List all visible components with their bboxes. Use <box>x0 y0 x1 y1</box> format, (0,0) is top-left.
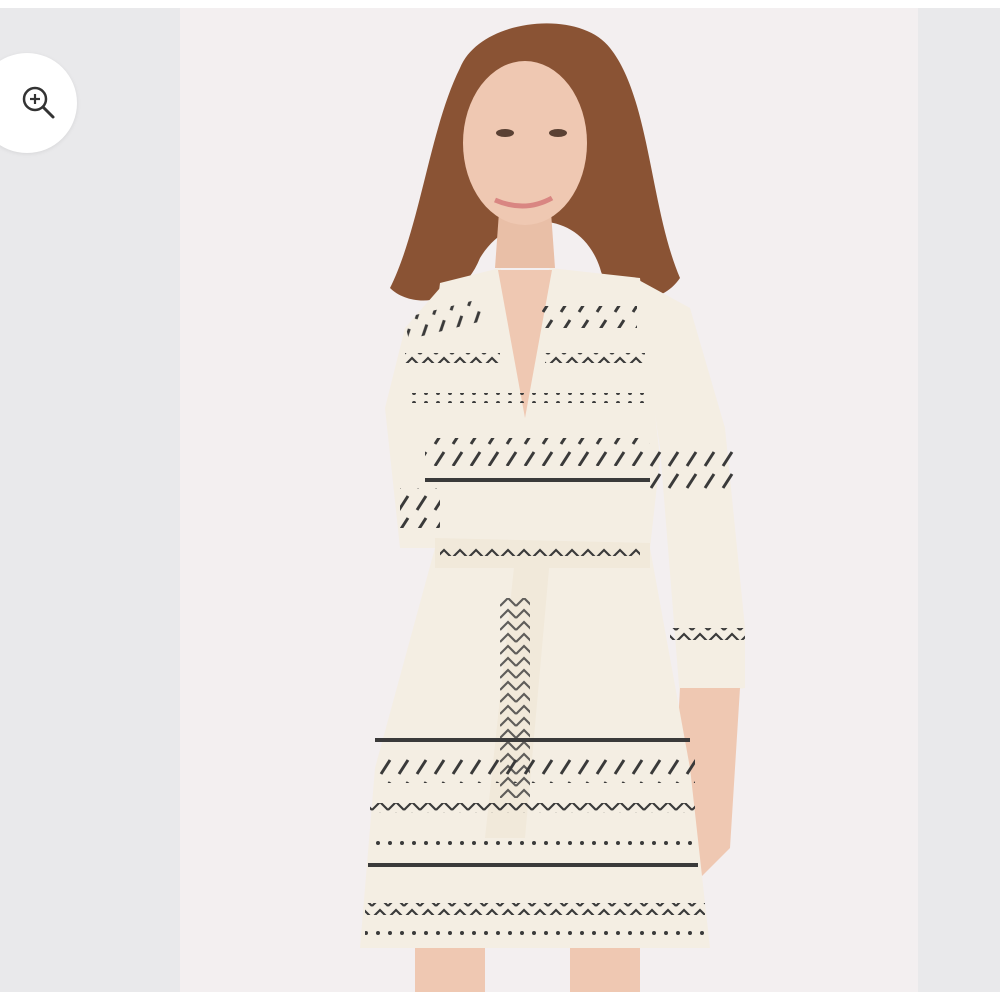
zoom-in-icon <box>22 86 54 119</box>
model-photo <box>360 23 745 992</box>
image-viewer <box>0 8 1000 992</box>
product-photo[interactable] <box>180 8 918 992</box>
zoom-button[interactable] <box>0 53 77 153</box>
